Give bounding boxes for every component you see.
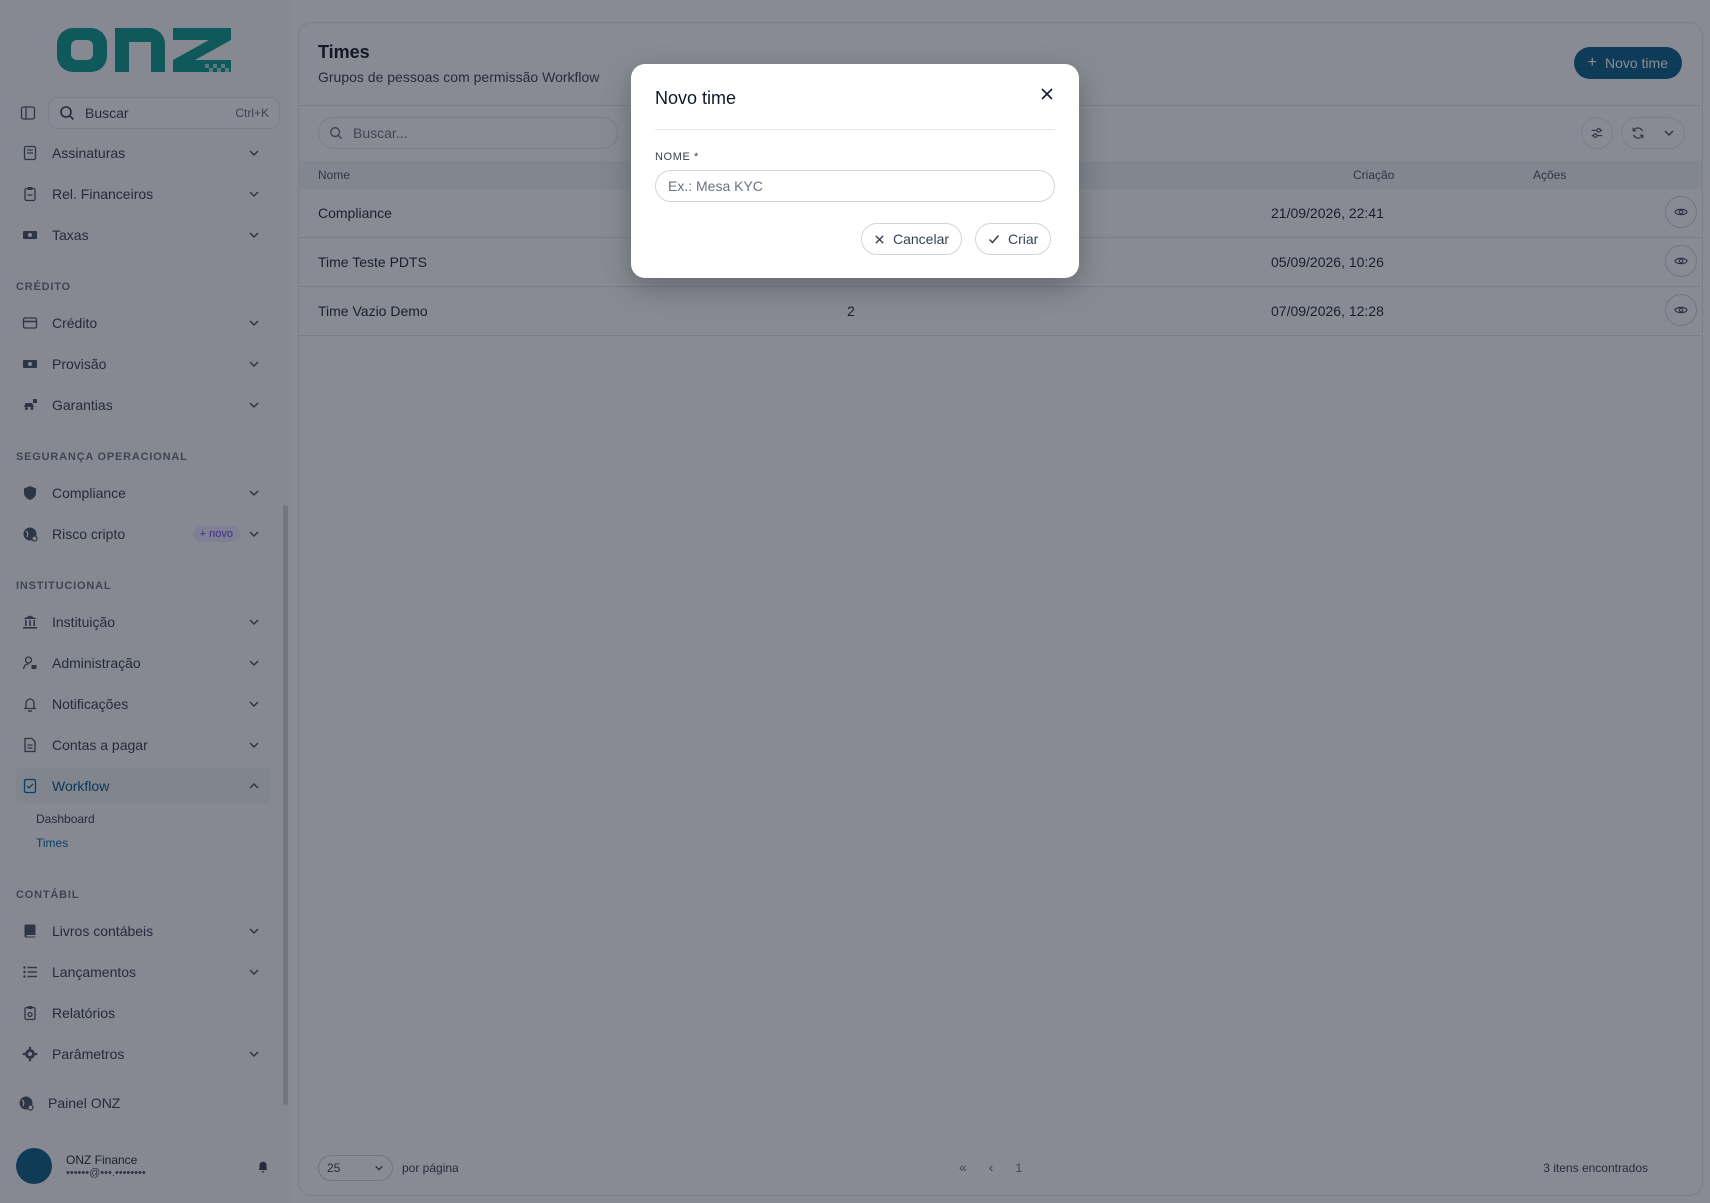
create-button[interactable]: Criar — [975, 223, 1052, 255]
modal-title: Novo time — [655, 88, 737, 108]
name-field-label: NOME * — [655, 151, 699, 163]
check-icon — [988, 233, 1000, 245]
close-icon[interactable] — [1035, 82, 1059, 106]
cancel-label: Cancelar — [893, 231, 950, 247]
cancel-button[interactable]: Cancelar — [861, 223, 963, 255]
modal-divider — [655, 129, 1055, 130]
team-name-input[interactable] — [655, 170, 1055, 202]
new-team-modal: Novo time NOME * Cancelar Criar — [631, 64, 1079, 278]
create-label: Criar — [1008, 231, 1039, 247]
close-icon — [874, 234, 885, 245]
